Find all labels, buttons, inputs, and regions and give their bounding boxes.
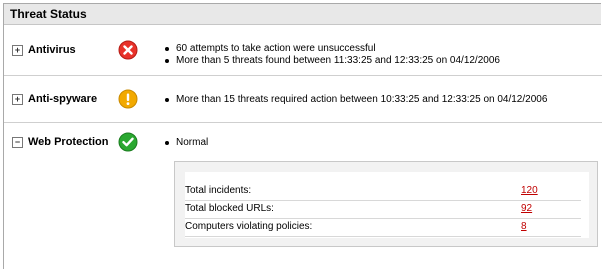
violating-computers-link[interactable]: 8 xyxy=(521,221,527,232)
messages-web-protection: Normal xyxy=(164,137,208,149)
row-label-anti-spyware: Anti-spyware xyxy=(28,93,98,105)
message-item: Normal xyxy=(164,137,208,149)
stat-label: Computers violating policies: xyxy=(185,221,313,232)
total-incidents-link[interactable]: 120 xyxy=(521,185,538,196)
error-icon xyxy=(118,40,138,60)
ok-icon xyxy=(118,132,138,152)
messages-antivirus: 60 attempts to take action were unsucces… xyxy=(164,43,500,67)
warning-icon xyxy=(118,89,138,109)
stat-row-total-incidents: Total incidents: 120 xyxy=(185,184,581,201)
row-label-antivirus: Antivirus xyxy=(28,44,76,56)
stat-row-blocked-urls: Total blocked URLs: 92 xyxy=(185,202,581,219)
message-item: 60 attempts to take action were unsucces… xyxy=(164,43,500,55)
threat-status-panel: Threat Status + Antivirus 60 attempts to… xyxy=(3,3,602,269)
message-item: More than 15 threats required action bet… xyxy=(164,94,547,106)
blocked-urls-link[interactable]: 92 xyxy=(521,203,532,214)
stat-label: Total blocked URLs: xyxy=(185,203,274,214)
expand-toggle-antivirus[interactable]: + xyxy=(12,45,23,56)
row-label-web-protection: Web Protection xyxy=(28,136,109,148)
row-anti-spyware: + Anti-spyware More than 15 threats requ… xyxy=(4,76,602,123)
row-antivirus: + Antivirus 60 attempts to take action w… xyxy=(4,25,602,76)
panel-title: Threat Status xyxy=(4,4,601,25)
stats-table: Total incidents: 120 Total blocked URLs:… xyxy=(185,172,589,238)
web-protection-stats-card: Total incidents: 120 Total blocked URLs:… xyxy=(174,161,598,247)
collapse-toggle-web-protection[interactable]: − xyxy=(12,137,23,148)
expand-toggle-anti-spyware[interactable]: + xyxy=(12,94,23,105)
stat-label: Total incidents: xyxy=(185,185,252,196)
messages-anti-spyware: More than 15 threats required action bet… xyxy=(164,94,547,106)
stat-row-violating-computers: Computers violating policies: 8 xyxy=(185,220,581,237)
message-item: More than 5 threats found between 11:33:… xyxy=(164,55,500,67)
